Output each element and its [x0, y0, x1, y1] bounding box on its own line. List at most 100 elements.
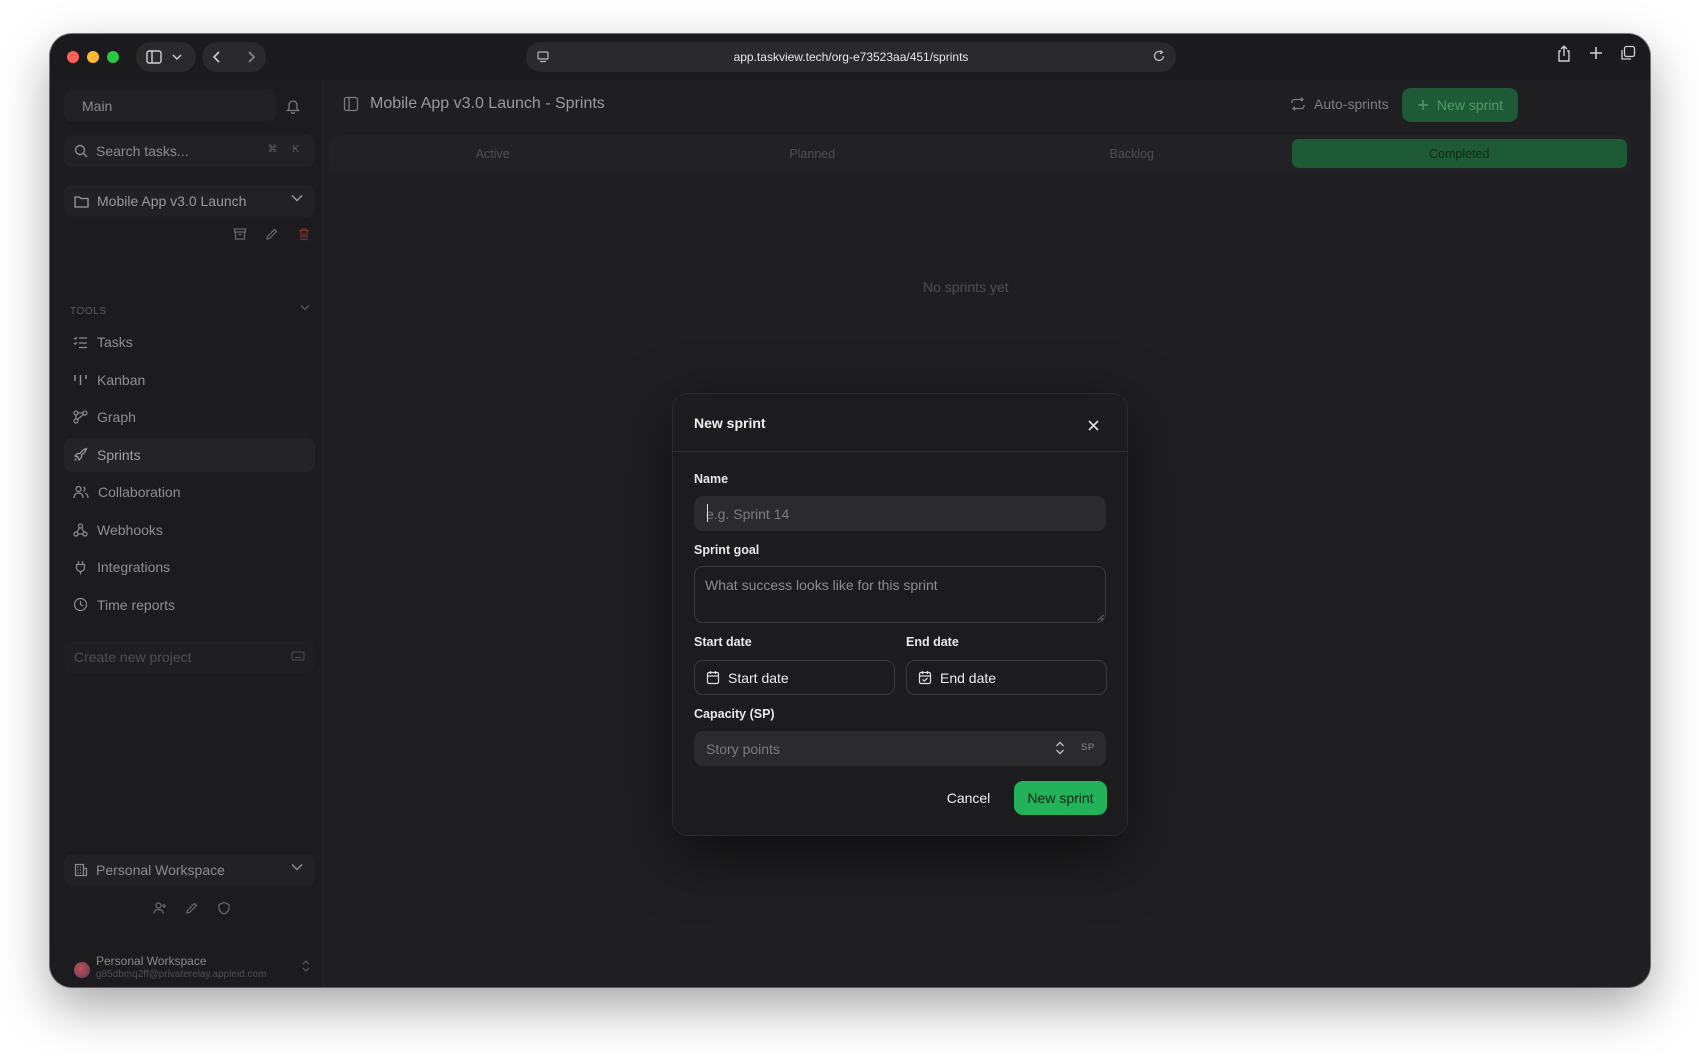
stepper-icon[interactable] — [1055, 740, 1065, 756]
page-title: Mobile App v3.0 Launch - Sprints — [370, 95, 605, 112]
tab-planned[interactable]: Planned — [653, 139, 973, 168]
auto-sprints-button[interactable]: Auto-sprints — [1290, 96, 1389, 112]
reload-icon[interactable] — [1152, 49, 1166, 63]
auto-sprints-label: Auto-sprints — [1314, 96, 1389, 112]
sidebar-item-label: Webhooks — [97, 521, 163, 538]
rocket-icon — [73, 447, 88, 462]
chevron-up-down-icon — [302, 960, 310, 972]
chevron-down-icon[interactable] — [300, 304, 310, 311]
repeat-icon — [1291, 97, 1305, 111]
sidebar-item-time-reports[interactable]: Time reports — [64, 588, 315, 622]
tabs-overview-icon[interactable] — [1620, 45, 1636, 61]
avatar — [74, 962, 90, 978]
sidebar-item-label: Kanban — [97, 371, 146, 388]
browser-window: app.taskview.tech/org-e73523aa/451/sprin… — [50, 34, 1650, 987]
sidebar-icon — [146, 50, 162, 64]
new-tab-icon[interactable] — [1588, 45, 1604, 61]
start-date-label: Start date — [694, 635, 752, 649]
start-date-picker[interactable]: Start date — [694, 660, 895, 695]
users-icon — [73, 485, 89, 499]
create-project-placeholder: Create new project — [74, 649, 192, 665]
sidebar-item-label: Sprints — [97, 446, 141, 463]
project-actions — [233, 227, 311, 241]
chevron-down-icon — [291, 863, 303, 871]
sprint-name-input[interactable] — [694, 496, 1106, 531]
tools-nav: Tasks Kanban Graph Sprints Collaboration — [64, 325, 315, 625]
maximize-window-button[interactable] — [107, 51, 119, 63]
tab-completed[interactable]: Completed — [1291, 139, 1627, 168]
history-nav — [202, 42, 266, 72]
start-date-value: Start date — [728, 669, 789, 686]
calendar-check-icon — [918, 671, 932, 685]
edit-icon[interactable] — [185, 901, 199, 915]
bell-icon[interactable] — [286, 98, 300, 114]
forward-icon[interactable] — [246, 50, 256, 64]
browser-actions — [1556, 45, 1636, 63]
edit-icon[interactable] — [265, 227, 279, 241]
calendar-icon — [706, 671, 720, 685]
new-sprint-dialog: New sprint Name Sprint goal Start date E… — [672, 393, 1128, 836]
address-bar[interactable]: app.taskview.tech/org-e73523aa/451/sprin… — [526, 42, 1176, 72]
tasks-icon — [73, 336, 87, 349]
window-controls — [67, 51, 119, 63]
add-user-icon[interactable] — [153, 901, 167, 915]
clock-icon — [73, 597, 88, 612]
sprint-goal-textarea[interactable] — [694, 566, 1106, 623]
search-placeholder: Search tasks... — [96, 143, 189, 159]
sidebar-item-graph[interactable]: Graph — [64, 400, 315, 434]
sidebar-item-webhooks[interactable]: Webhooks — [64, 513, 315, 547]
panel-toggle-icon[interactable] — [343, 96, 359, 112]
trash-icon[interactable] — [297, 227, 311, 241]
workspace-selector[interactable]: Main — [64, 90, 276, 122]
plug-icon — [75, 560, 86, 574]
project-name: Mobile App v3.0 Launch — [97, 193, 247, 209]
back-icon[interactable] — [212, 50, 222, 64]
close-button[interactable] — [1084, 416, 1102, 434]
create-project-input[interactable]: Create new project — [64, 641, 315, 673]
archive-icon[interactable] — [233, 227, 247, 241]
tab-active[interactable]: Active — [333, 139, 653, 168]
kanban-icon — [74, 374, 87, 385]
workspace-switcher[interactable]: Personal Workspace — [64, 854, 315, 886]
webhook-icon — [73, 522, 88, 537]
capacity-input[interactable] — [694, 731, 1024, 766]
search-shortcut: ⌘ K — [267, 144, 305, 155]
sidebar-item-kanban[interactable]: Kanban — [64, 363, 315, 397]
divider — [673, 451, 1127, 452]
chevron-down-icon — [172, 54, 182, 60]
sidebar-item-label: Graph — [97, 409, 136, 425]
sidebar-search[interactable]: Search tasks... ⌘ K — [64, 135, 315, 167]
sidebar-item-sprints[interactable]: Sprints — [64, 437, 315, 472]
sidebar-item-label: Integrations — [97, 559, 171, 575]
folder-icon — [74, 195, 89, 208]
end-date-picker[interactable]: End date — [906, 660, 1107, 695]
workspace-label: Main — [82, 98, 113, 114]
sidebar-item-label: Tasks — [97, 334, 133, 350]
minimize-window-button[interactable] — [87, 51, 99, 63]
cancel-button[interactable]: Cancel — [937, 781, 1000, 815]
new-sprint-button[interactable]: New sprint — [1402, 88, 1518, 122]
shield-icon[interactable] — [217, 901, 231, 915]
tab-backlog[interactable]: Backlog — [972, 139, 1292, 168]
close-icon — [1087, 419, 1099, 431]
user-name: Personal Workspace — [96, 954, 207, 968]
building-icon — [74, 863, 88, 877]
workspace-name: Personal Workspace — [96, 862, 225, 878]
dialog-title: New sprint — [694, 415, 766, 431]
workspace-actions — [153, 901, 231, 915]
sidebar-item-tasks[interactable]: Tasks — [64, 325, 315, 359]
site-settings-icon[interactable] — [536, 50, 550, 64]
sidebar-toggle-button[interactable] — [136, 42, 196, 72]
create-sprint-button[interactable]: New sprint — [1014, 781, 1107, 815]
url-text: app.taskview.tech/org-e73523aa/451/sprin… — [733, 50, 969, 64]
keyboard-icon — [291, 651, 305, 661]
project-selector[interactable]: Mobile App v3.0 Launch — [64, 185, 315, 217]
share-icon[interactable] — [1556, 45, 1572, 63]
sprint-tabs: Active Planned Backlog Completed — [329, 135, 1631, 172]
resize-handle-icon[interactable] — [1097, 614, 1104, 621]
sidebar-item-collaboration[interactable]: Collaboration — [64, 475, 315, 509]
sidebar-item-integrations[interactable]: Integrations — [64, 550, 315, 584]
capacity-field: SP — [694, 731, 1106, 766]
close-window-button[interactable] — [67, 51, 79, 63]
chevron-down-icon — [291, 194, 303, 202]
